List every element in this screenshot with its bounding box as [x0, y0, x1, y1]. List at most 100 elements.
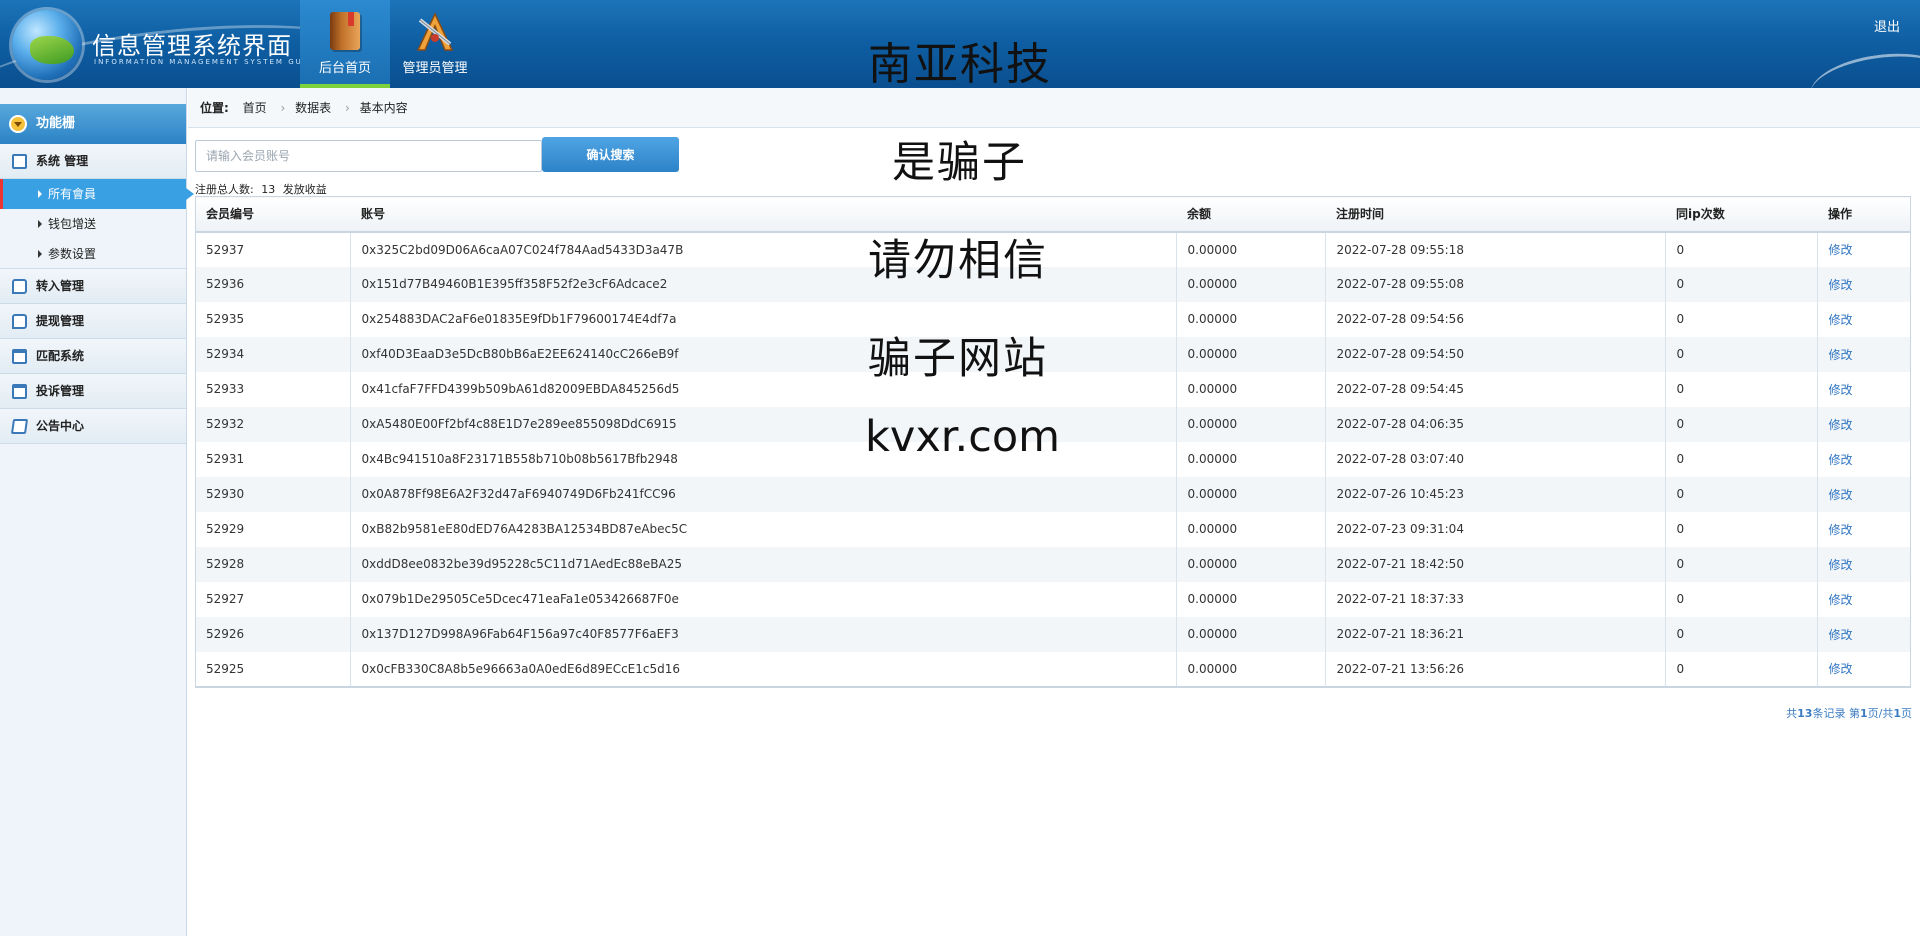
tools-icon [416, 12, 454, 51]
breadcrumb-item-basic[interactable]: 基本内容 [360, 101, 408, 115]
account-cell: 0x325C2bd09D06A6caA07C024f784Aad5433D3a4… [350, 231, 1177, 267]
top-header: 信息管理系统界面 INFORMATION MANAGEMENT SYSTEM G… [0, 0, 1920, 88]
sidebar-title[interactable]: 功能栅 [0, 104, 186, 144]
pagination-total-suffix: 条记录 第 [1812, 707, 1860, 720]
same-ip-cell: 0 [1665, 301, 1818, 337]
edit-link[interactable]: 修改 [1829, 278, 1853, 292]
sidebar-group-announcements[interactable]: 公告中心 [0, 409, 186, 444]
sidebar-group-withdraw[interactable]: 提现管理 [0, 304, 186, 339]
balance-cell: 0.00000 [1176, 231, 1326, 267]
action-cell: 修改 [1817, 372, 1911, 407]
member-id-cell: 52927 [195, 581, 351, 617]
edit-link[interactable]: 修改 [1829, 313, 1853, 327]
edit-link[interactable]: 修改 [1829, 243, 1853, 257]
account-cell: 0x079b1De29505Ce5Dcec471eaFa1e053426687F… [350, 581, 1177, 617]
sidebar-group-label: 系统 管理 [36, 154, 89, 168]
sidebar-group-matching[interactable]: 匹配系统 [0, 339, 186, 374]
sidebar-item-settings[interactable]: 参数设置 [0, 239, 186, 269]
sidebar-item-label: 参数设置 [48, 247, 97, 261]
same-ip-cell: 0 [1665, 231, 1818, 267]
table-row: 52935 0x254883DAC2aF6e01835E9fDb1F7960017… [195, 301, 1911, 337]
pagination-current[interactable]: 1 [1860, 707, 1868, 720]
book-icon [330, 12, 360, 50]
table-row: 52929 0xB82b9581eE80dED76A4283BA12534BD87… [195, 511, 1911, 547]
sidebar-group-label: 公告中心 [36, 419, 85, 433]
edit-link[interactable]: 修改 [1829, 628, 1853, 642]
logo-subtitle: INFORMATION MANAGEMENT SYSTEM GUI [94, 58, 307, 66]
balance-cell: 0.00000 [1176, 406, 1326, 442]
account-cell: 0xddD8ee0832be39d95228c5C11d71AedEc88eBA… [350, 546, 1177, 582]
column-header-member-id: 会员编号 [195, 196, 350, 233]
register-time-cell: 2022-07-21 18:36:21 [1325, 616, 1666, 652]
register-time-cell: 2022-07-28 09:55:18 [1325, 231, 1666, 267]
edit-link[interactable]: 修改 [1829, 348, 1853, 362]
member-search-input[interactable] [195, 140, 542, 172]
member-id-cell: 52933 [195, 371, 351, 407]
action-cell: 修改 [1817, 232, 1911, 267]
nav-tab-home[interactable]: 后台首页 [300, 0, 390, 88]
caret-right-icon [38, 220, 42, 228]
same-ip-cell: 0 [1665, 441, 1818, 477]
member-id-cell: 52929 [195, 511, 351, 547]
pagination-mid: 页/共 [1867, 707, 1894, 720]
caret-right-icon [38, 250, 42, 258]
action-cell: 修改 [1817, 546, 1911, 582]
account-cell: 0x0A878Ff98E6A2F32d47aF6940749D6Fb241fCC… [350, 476, 1177, 512]
member-summary: 注册总人数: 13 发放收益 [195, 181, 331, 197]
pagination-end: 页 [1901, 707, 1912, 720]
action-cell: 修改 [1817, 616, 1911, 652]
register-time-cell: 2022-07-28 09:54:56 [1325, 301, 1666, 337]
edit-link[interactable]: 修改 [1829, 453, 1853, 467]
header-swoosh-decoration-right [1806, 45, 1920, 88]
edit-link[interactable]: 修改 [1829, 593, 1853, 607]
action-cell: 修改 [1817, 336, 1911, 372]
account-cell: 0xf40D3EaaD3e5DcB80bB6aE2EE624140cC266eB… [350, 336, 1177, 372]
sidebar-group-transfer-in[interactable]: 转入管理 [0, 269, 186, 304]
balance-cell: 0.00000 [1176, 476, 1326, 512]
breadcrumb-item-home[interactable]: 首页 [243, 101, 267, 115]
same-ip-cell: 0 [1665, 581, 1818, 617]
balance-cell: 0.00000 [1176, 511, 1326, 547]
same-ip-cell: 0 [1665, 371, 1818, 407]
logout-link[interactable]: 退出 [1874, 16, 1900, 35]
column-header-account: 账号 [350, 196, 1176, 233]
member-id-cell: 52931 [195, 441, 351, 477]
edit-link[interactable]: 修改 [1829, 488, 1853, 502]
member-id-cell: 52928 [195, 546, 351, 582]
same-ip-cell: 0 [1665, 616, 1818, 652]
sidebar-item-all-members[interactable]: 所有會員 [0, 179, 194, 209]
calendar-icon [12, 384, 27, 399]
search-button[interactable]: 确认搜索 [542, 137, 679, 172]
edit-link[interactable]: 修改 [1829, 383, 1853, 397]
member-id-cell: 52935 [195, 301, 351, 337]
register-time-cell: 2022-07-21 18:37:33 [1325, 581, 1666, 617]
sidebar-group-complaints[interactable]: 投诉管理 [0, 374, 186, 409]
edit-link[interactable]: 修改 [1829, 662, 1853, 676]
same-ip-cell: 0 [1665, 476, 1818, 512]
member-id-cell: 52930 [195, 476, 351, 512]
summary-prefix: 注册总人数: [195, 183, 254, 196]
same-ip-cell: 0 [1665, 651, 1818, 687]
breadcrumb-label: 位置: [200, 101, 229, 115]
nav-tab-admin-label: 管理员管理 [402, 61, 468, 76]
member-id-cell: 52926 [195, 616, 351, 652]
edit-link[interactable]: 修改 [1829, 523, 1853, 537]
edit-link[interactable]: 修改 [1829, 418, 1853, 432]
register-time-cell: 2022-07-28 03:07:40 [1325, 441, 1666, 477]
nav-tab-admin[interactable]: 管理员管理 [390, 0, 480, 88]
summary-count: 13 [261, 183, 276, 196]
table-header-row: 会员编号 账号 余额 注册时间 同ip次数 操作 [195, 196, 1911, 233]
breadcrumb-item-datatable[interactable]: 数据表 [295, 101, 331, 115]
summary-suffix: 发放收益 [282, 183, 327, 196]
member-id-cell: 52925 [195, 651, 351, 687]
sidebar-group-system[interactable]: 系统 管理 [0, 144, 186, 179]
account-cell: 0x137D127D998A96Fab64F156a97c40F8577F6aE… [350, 616, 1177, 652]
register-time-cell: 2022-07-23 09:31:04 [1325, 511, 1666, 547]
breadcrumb-separator-icon: › [344, 101, 350, 115]
overlay-text-line1: 是骗子 [892, 138, 1027, 188]
edit-link[interactable]: 修改 [1829, 558, 1853, 572]
table-row: 52933 0x41cfaF7FFD4399b509bA61d82009EBDA8… [195, 371, 1911, 407]
sidebar-item-wallet-gift[interactable]: 钱包增送 [0, 209, 186, 239]
chat-icon [12, 314, 27, 329]
register-time-cell: 2022-07-26 10:45:23 [1325, 476, 1666, 512]
